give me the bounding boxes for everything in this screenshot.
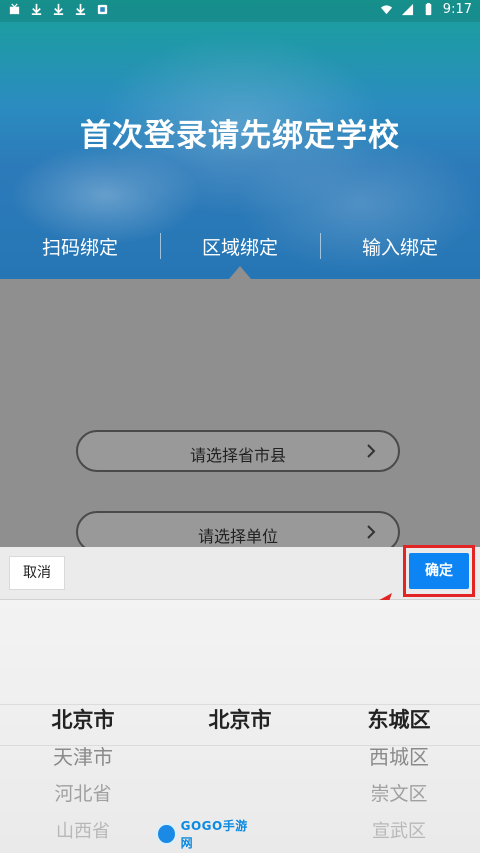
- notification-icon: [8, 3, 21, 16]
- watermark-text: GOGO手游网: [180, 819, 248, 850]
- province-item[interactable]: 河北省: [8, 776, 158, 813]
- district-item[interactable]: 东城区: [324, 702, 474, 739]
- status-icons-left: [8, 3, 109, 16]
- tab-input-bind[interactable]: 输入绑定: [320, 233, 480, 260]
- chevron-right-icon: [364, 525, 378, 539]
- province-item[interactable]: 山西省: [8, 813, 158, 850]
- notification-icon: [96, 3, 109, 16]
- chevron-right-icon: [364, 444, 378, 458]
- province-item[interactable]: 天津市: [8, 739, 158, 776]
- district-item[interactable]: 西城区: [324, 739, 474, 776]
- signal-icon: [401, 3, 414, 16]
- province-city-select-label: 请选择省市县: [189, 446, 286, 465]
- province-item[interactable]: 北京市: [8, 702, 158, 739]
- active-tab-indicator: [229, 266, 251, 279]
- tab-divider: [320, 233, 321, 259]
- page-title: 首次登录请先绑定学校: [80, 118, 400, 154]
- content-area: 请选择省市县 请选择单位: [0, 279, 480, 553]
- status-bar: 9:17: [0, 0, 480, 22]
- district-item[interactable]: 宣武区: [324, 813, 474, 850]
- wifi-icon: [380, 3, 393, 16]
- battery-icon: [422, 3, 435, 16]
- download-icon: [52, 3, 65, 16]
- status-time: 9:17: [442, 2, 472, 17]
- unit-select-label: 请选择单位: [197, 527, 278, 546]
- binding-tabs: 扫码绑定 区域绑定 输入绑定: [0, 229, 480, 263]
- download-icon: [74, 3, 87, 16]
- watermark: GOGO手游网: [156, 819, 254, 850]
- tab-scan-bind[interactable]: 扫码绑定: [0, 233, 160, 260]
- cancel-button[interactable]: 取消: [9, 556, 65, 590]
- watermark-logo-icon: [156, 823, 177, 845]
- status-icons-right: 9:17: [380, 2, 472, 17]
- tab-divider: [160, 233, 161, 259]
- confirm-button[interactable]: 确定: [409, 553, 469, 589]
- province-column[interactable]: 北京市 天津市 河北省 山西省: [8, 702, 158, 850]
- province-city-select[interactable]: 请选择省市县: [76, 430, 400, 472]
- district-column[interactable]: 东城区 西城区 崇文区 宣武区: [324, 702, 474, 850]
- hero-banner: 9:17 首次登录请先绑定学校 扫码绑定 区域绑定 输入绑定: [0, 0, 480, 279]
- city-item[interactable]: 北京市: [165, 702, 315, 739]
- city-column[interactable]: 北京市: [165, 702, 315, 739]
- district-item[interactable]: 崇文区: [324, 776, 474, 813]
- tab-region-bind[interactable]: 区域绑定: [160, 233, 320, 260]
- download-icon: [30, 3, 43, 16]
